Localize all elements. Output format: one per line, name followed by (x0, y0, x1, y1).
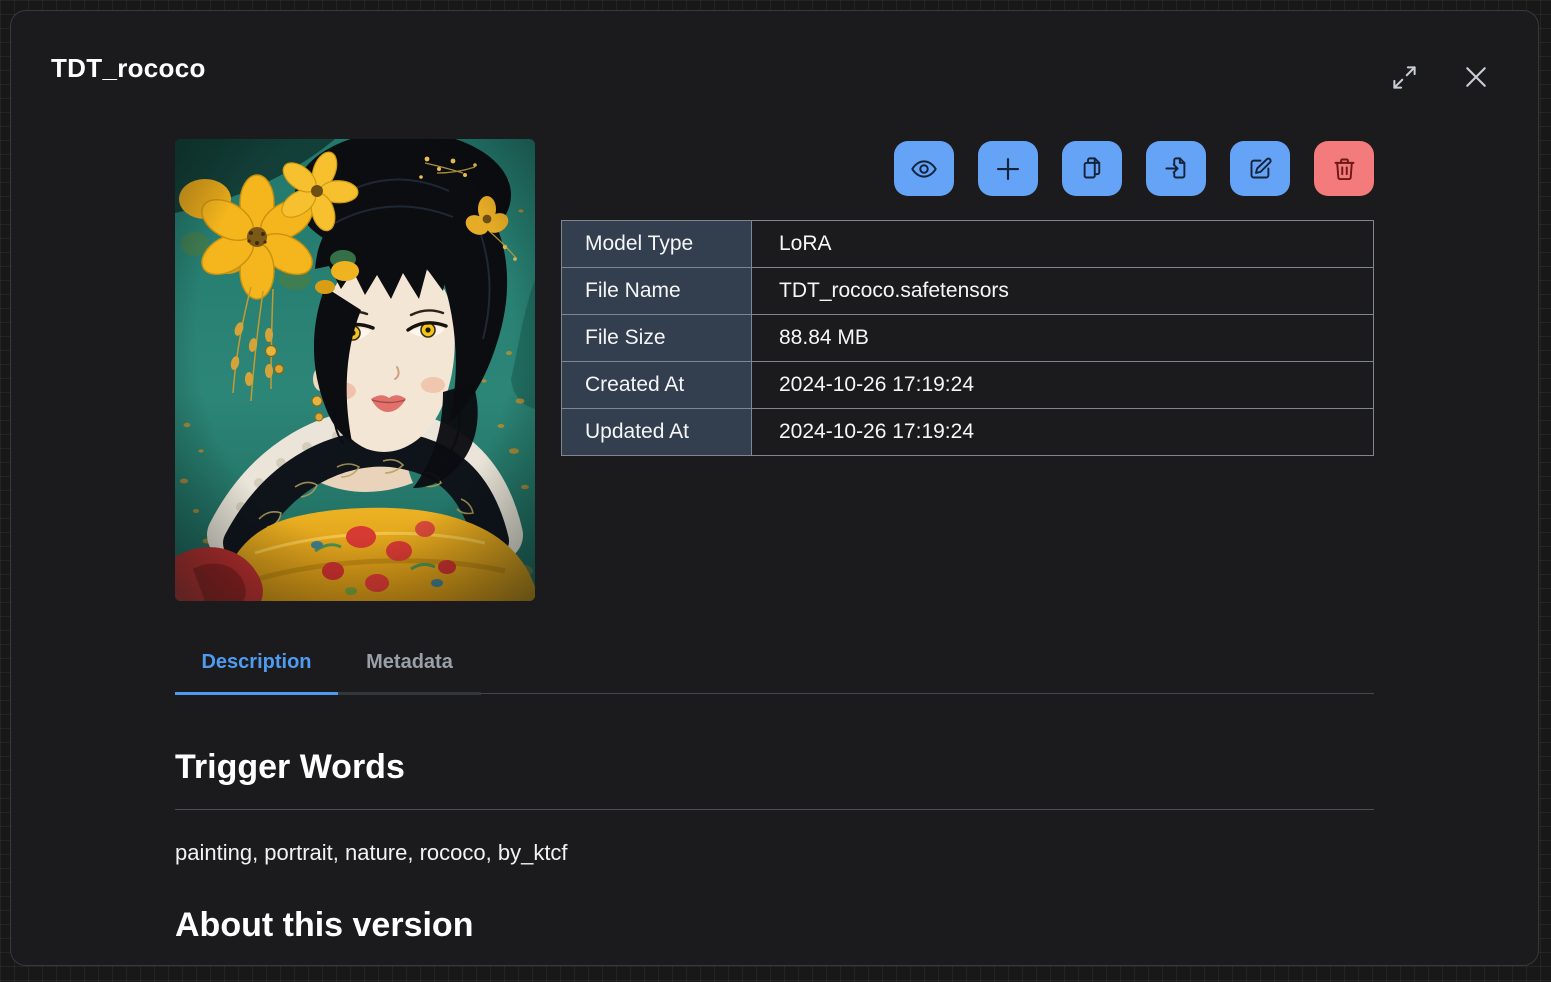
delete-button[interactable] (1314, 141, 1374, 196)
expand-button[interactable] (1388, 61, 1420, 93)
model-preview-image[interactable] (175, 139, 535, 601)
model-info-column: Model Type LoRA File Name TDT_rococo.saf… (561, 139, 1374, 601)
eye-icon (910, 155, 938, 183)
modal-header: TDT_rococo (11, 11, 1538, 97)
add-button[interactable] (978, 141, 1038, 196)
modal-body: Model Type LoRA File Name TDT_rococo.saf… (11, 139, 1538, 945)
copy-icon (1079, 155, 1106, 182)
section-divider (175, 809, 1374, 810)
tab-metadata[interactable]: Metadata (338, 641, 481, 695)
table-row: File Name TDT_rococo.safetensors (562, 268, 1374, 315)
trash-icon (1331, 155, 1358, 182)
tab-description[interactable]: Description (175, 641, 338, 695)
row-label: File Size (562, 315, 752, 362)
import-button[interactable] (1146, 141, 1206, 196)
close-icon (1461, 62, 1491, 92)
action-toolbar (561, 141, 1374, 196)
window-controls (1388, 61, 1492, 93)
model-details-table: Model Type LoRA File Name TDT_rococo.saf… (561, 220, 1374, 456)
close-button[interactable] (1460, 61, 1492, 93)
trigger-words-heading: Trigger Words (175, 748, 1374, 787)
row-value: 2024-10-26 17:19:24 (752, 362, 1374, 409)
plus-icon (993, 154, 1023, 184)
edit-icon (1247, 155, 1274, 182)
table-row: Created At 2024-10-26 17:19:24 (562, 362, 1374, 409)
media-row: Model Type LoRA File Name TDT_rococo.saf… (175, 139, 1374, 601)
model-details-modal: TDT_rococo (10, 10, 1539, 966)
row-value: 2024-10-26 17:19:24 (752, 409, 1374, 456)
table-row: Model Type LoRA (562, 221, 1374, 268)
about-version-heading: About this version (175, 906, 1374, 945)
row-value: 88.84 MB (752, 315, 1374, 362)
copy-button[interactable] (1062, 141, 1122, 196)
page-title: TDT_rococo (51, 53, 1490, 84)
row-label: File Name (562, 268, 752, 315)
row-value: TDT_rococo.safetensors (752, 268, 1374, 315)
table-row: Updated At 2024-10-26 17:19:24 (562, 409, 1374, 456)
import-icon (1163, 155, 1190, 182)
row-label: Created At (562, 362, 752, 409)
trigger-words-text: painting, portrait, nature, rococo, by_k… (175, 840, 1374, 866)
row-value: LoRA (752, 221, 1374, 268)
tab-bar: Description Metadata (175, 641, 1374, 694)
preview-button[interactable] (894, 141, 954, 196)
preview-portrait-art (175, 139, 535, 601)
edit-button[interactable] (1230, 141, 1290, 196)
expand-icon (1391, 64, 1418, 91)
row-label: Model Type (562, 221, 752, 268)
row-label: Updated At (562, 409, 752, 456)
table-row: File Size 88.84 MB (562, 315, 1374, 362)
